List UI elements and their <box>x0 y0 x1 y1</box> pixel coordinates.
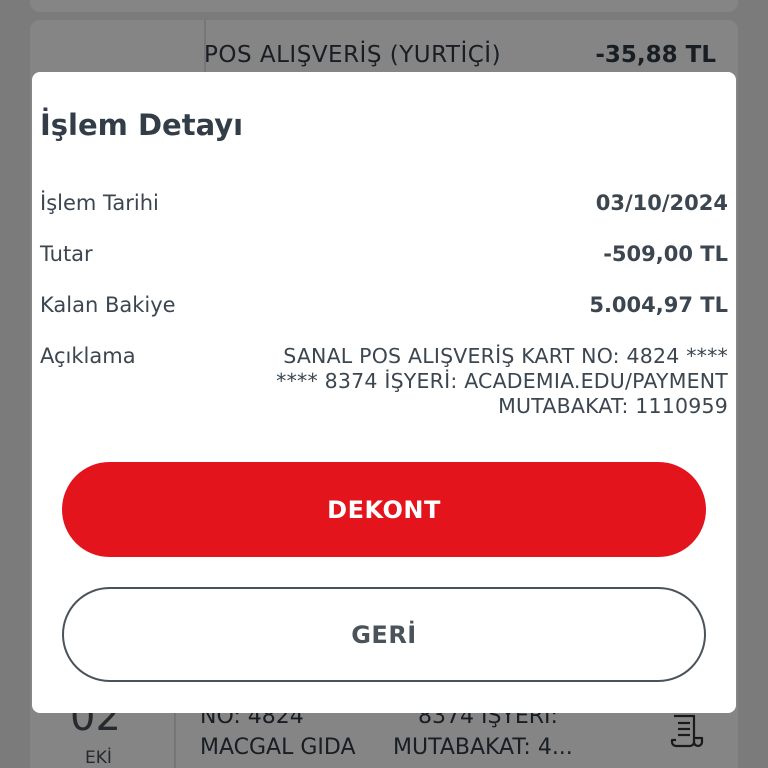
receipt-button[interactable]: DEKONT <box>62 462 706 557</box>
back-button[interactable]: GERİ <box>62 587 706 682</box>
dialog-actions: DEKONT GERİ <box>32 72 736 713</box>
